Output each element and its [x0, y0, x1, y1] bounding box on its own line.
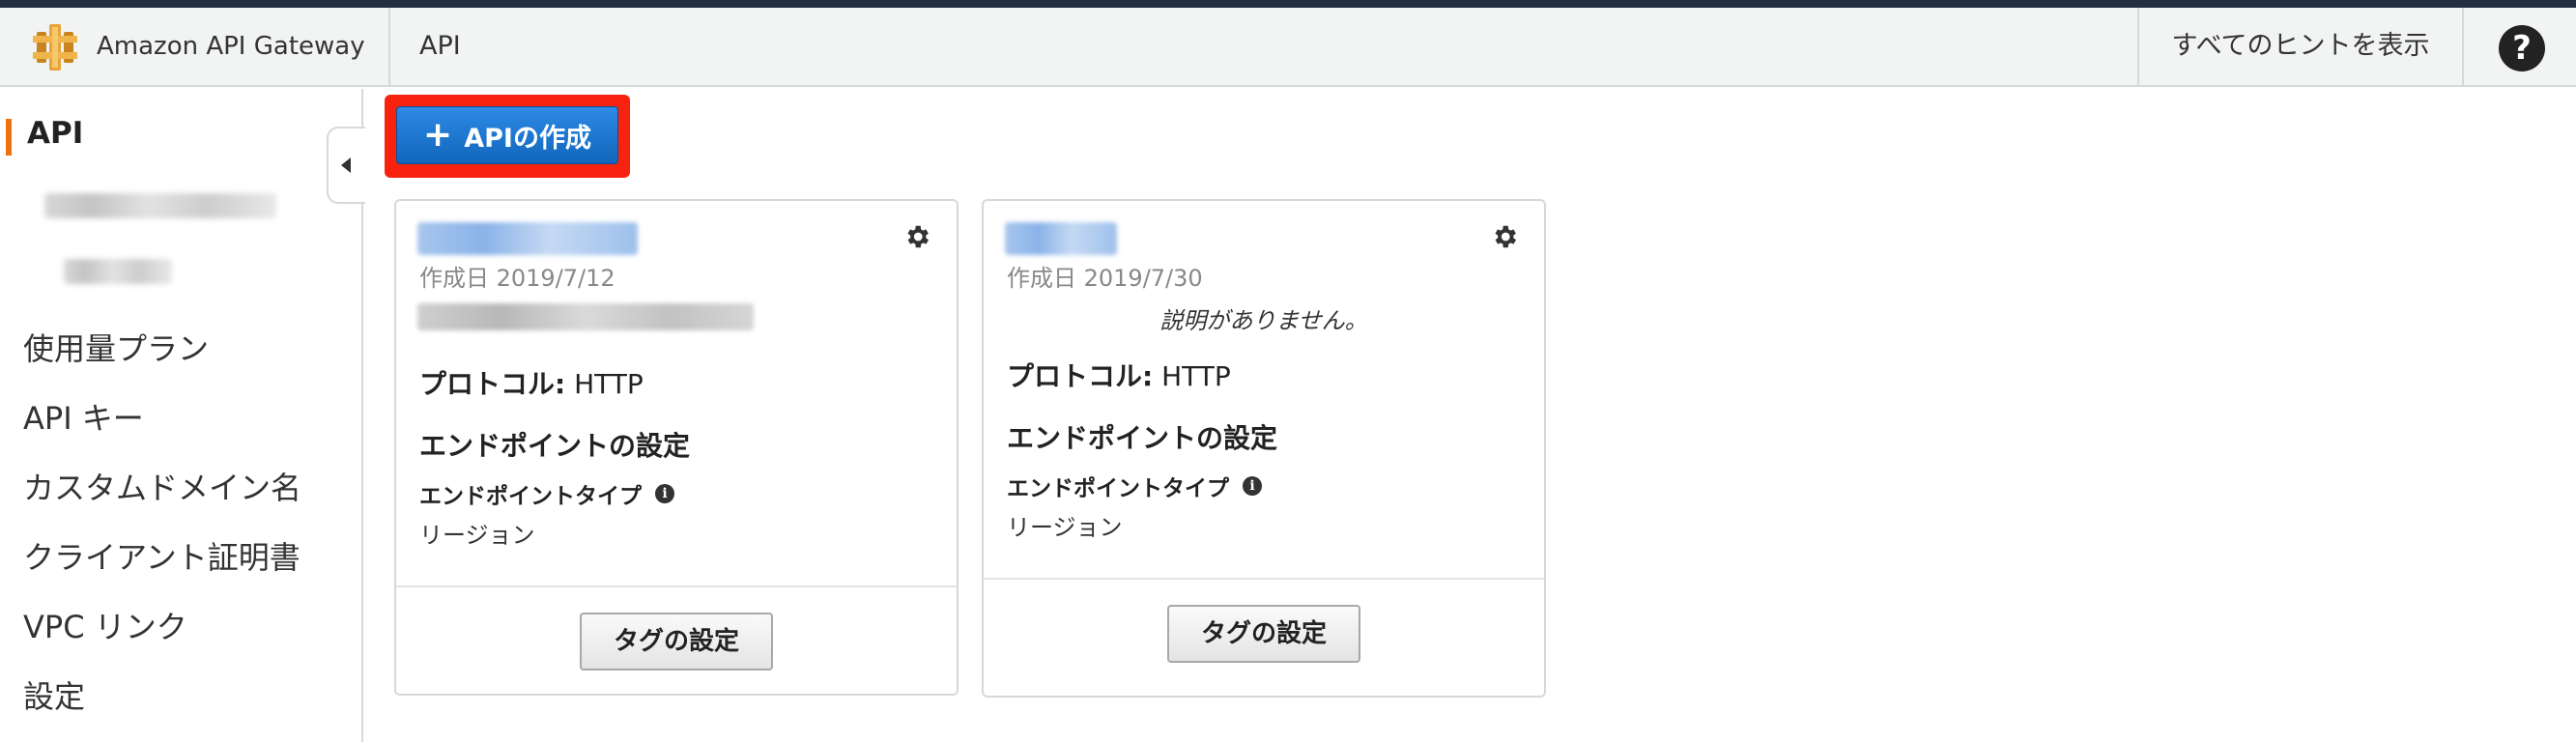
api-name-link[interactable] [417, 222, 638, 255]
endpoint-type-text: エンドポイントタイプ [419, 484, 642, 509]
gear-icon[interactable] [1490, 222, 1519, 251]
created-date: 作成日 2019/7/30 [1007, 265, 1203, 292]
top-bar: Amazon API Gateway API すべてのヒントを表示 ? [0, 8, 2576, 87]
protocol-value: HTTP [574, 368, 644, 400]
sidebar-item-vpc-links[interactable]: VPC リンク [23, 603, 187, 647]
endpoint-settings-heading: エンドポイントの設定 [419, 430, 691, 462]
no-description-text: 説明がありません。 [1159, 307, 1368, 334]
protocol-label: プロトコル: [1007, 360, 1154, 392]
api-card: 作成日 2019/7/12 プロトコル: HTTP エンドポイントの設定 エンド… [394, 199, 959, 696]
sidebar-item-custom-domain-names[interactable]: カスタムドメイン名 [23, 464, 301, 508]
card-footer: タグの設定 [396, 585, 957, 694]
card-footer: タグの設定 [984, 578, 1544, 696]
endpoint-type-label: エンドポイントタイプ i [1007, 470, 1262, 502]
sidebar-item-client-certificates[interactable]: クライアント証明書 [23, 533, 301, 578]
breadcrumb-api[interactable]: API [419, 8, 461, 85]
create-api-button[interactable]: + APIの作成 [396, 106, 618, 164]
created-date: 作成日 2019/7/12 [419, 265, 615, 292]
create-api-label: APIの作成 [464, 123, 591, 154]
plus-icon: + [423, 115, 453, 155]
protocol-label: プロトコル: [419, 368, 566, 400]
api-card: 作成日 2019/7/30 説明がありません。 プロトコル: HTTP エンドポ… [982, 199, 1546, 698]
sidebar-item-settings[interactable]: 設定 [23, 672, 85, 717]
endpoint-type-label: エンドポイントタイプ i [419, 477, 674, 510]
api-gateway-logo-icon [33, 24, 77, 71]
tag-settings-button[interactable]: タグの設定 [580, 613, 773, 671]
protocol: プロトコル: HTTP [419, 363, 644, 402]
sidebar-item-api[interactable]: API [27, 116, 83, 151]
caret-left-icon [341, 157, 351, 173]
brand-home-link[interactable]: Amazon API Gateway [0, 8, 390, 85]
sidebar-item-api-keys[interactable]: API キー [23, 394, 144, 439]
endpoint-settings-heading: エンドポイントの設定 [1007, 422, 1278, 454]
protocol-value: HTTP [1161, 360, 1231, 392]
sidebar: API 使用量プラン API キー カスタムドメイン名 クライアント証明書 VP… [0, 89, 363, 742]
sidebar-redacted-api-2[interactable] [64, 259, 172, 284]
gear-icon[interactable] [902, 222, 931, 251]
api-name-link[interactable] [1005, 222, 1117, 255]
sidebar-item-usage-plans[interactable]: 使用量プラン [23, 325, 209, 369]
brand-name: Amazon API Gateway [97, 32, 365, 61]
sidebar-collapse-button[interactable] [327, 127, 365, 204]
info-icon[interactable]: i [655, 484, 674, 503]
endpoint-type-text: エンドポイントタイプ [1007, 476, 1229, 501]
active-indicator [6, 119, 12, 156]
endpoint-type-value: リージョン [419, 522, 535, 549]
show-all-hints-button[interactable]: すべてのヒントを表示 [2137, 8, 2464, 85]
endpoint-type-value: リージョン [1007, 514, 1123, 541]
sidebar-redacted-api-1[interactable] [44, 193, 276, 218]
api-description-redacted [417, 303, 754, 330]
protocol: プロトコル: HTTP [1007, 356, 1231, 394]
help-icon[interactable]: ? [2499, 25, 2545, 71]
top-strip [0, 0, 2576, 8]
tag-settings-button[interactable]: タグの設定 [1167, 605, 1360, 663]
info-icon[interactable]: i [1243, 476, 1262, 496]
create-api-highlight: + APIの作成 [385, 95, 630, 178]
